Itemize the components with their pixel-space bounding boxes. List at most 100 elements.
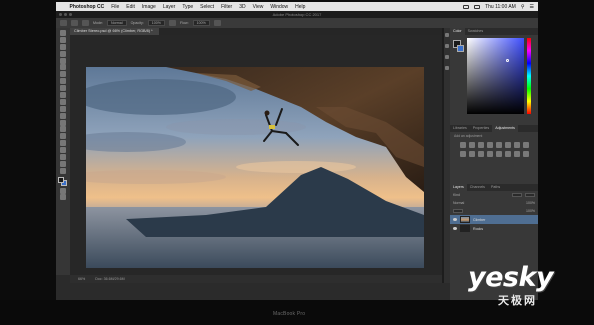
color-swatches[interactable] (58, 176, 68, 187)
menu-select[interactable]: Select (197, 4, 218, 10)
tab-adjustments[interactable]: Adjustments (492, 125, 518, 132)
eyedropper-tool-icon[interactable] (60, 64, 66, 71)
hand-tool-icon[interactable] (60, 154, 66, 161)
menu-window[interactable]: Window (267, 4, 292, 10)
opacity-field[interactable]: 100% (147, 20, 165, 26)
marquee-tool-icon[interactable] (60, 36, 66, 43)
threshold-icon[interactable] (505, 151, 511, 157)
panel-background-swatch[interactable] (457, 45, 464, 52)
pen-tool-icon[interactable] (60, 126, 66, 133)
menu-file[interactable]: File (108, 4, 123, 10)
hue-slider[interactable] (527, 38, 531, 114)
minimize-button[interactable] (64, 13, 67, 16)
menu-type[interactable]: Type (179, 4, 197, 10)
filter-pixel-icon[interactable] (512, 193, 522, 197)
menu-view[interactable]: View (249, 4, 267, 10)
type-tool-icon[interactable] (60, 133, 66, 140)
color-lookup-icon[interactable] (478, 151, 484, 157)
visibility-eye-icon[interactable] (453, 227, 457, 230)
layer-opacity[interactable]: 100% (526, 201, 535, 205)
menu-help[interactable]: Help (292, 4, 309, 10)
tab-color[interactable]: Color (450, 28, 465, 35)
menu-list-icon[interactable]: ☰ (530, 4, 534, 10)
menu-image[interactable]: Image (138, 4, 159, 10)
stamp-tool-icon[interactable] (60, 85, 66, 92)
black-white-icon[interactable] (523, 142, 529, 148)
layer-row-climber[interactable]: Climber (450, 215, 538, 224)
mode-select[interactable]: Normal (107, 20, 127, 26)
menu-3d[interactable]: 3D (236, 4, 249, 10)
lasso-tool-icon[interactable] (60, 43, 66, 50)
lock-icon[interactable] (453, 209, 463, 213)
brush-size-icon[interactable] (71, 20, 78, 26)
dodge-tool-icon[interactable] (60, 119, 66, 126)
menu-layer[interactable]: Layer (159, 4, 179, 10)
menu-photoshop[interactable]: Photoshop CC (66, 4, 108, 10)
layer-row-rocks[interactable]: Rocks (450, 224, 538, 233)
more-tools-icon[interactable] (60, 167, 66, 174)
posterize-icon[interactable] (496, 151, 502, 157)
gradient-tool-icon[interactable] (60, 105, 66, 112)
eraser-tool-icon[interactable] (60, 98, 66, 105)
tab-channels[interactable]: Channels (467, 184, 488, 191)
color-picker-cursor[interactable] (506, 59, 509, 62)
channel-mixer-icon[interactable] (469, 151, 475, 157)
wifi-icon[interactable] (463, 4, 470, 9)
doc-size[interactable]: Doc: 36.6M/29.6M (95, 277, 124, 281)
curves-icon[interactable] (478, 142, 484, 148)
flow-field[interactable]: 100% (192, 20, 210, 26)
levels-icon[interactable] (469, 142, 475, 148)
quick-select-tool-icon[interactable] (60, 50, 66, 57)
history-panel-icon[interactable] (445, 33, 449, 37)
pressure-opacity-icon[interactable] (168, 20, 176, 26)
brush-tool-icon[interactable] (60, 78, 66, 85)
zoom-tool-icon[interactable] (60, 160, 66, 167)
brush-panel-icon[interactable] (82, 20, 89, 26)
gradient-map-icon[interactable] (523, 151, 529, 157)
close-button[interactable] (59, 13, 62, 16)
history-brush-tool-icon[interactable] (60, 92, 66, 99)
visibility-eye-icon[interactable] (453, 218, 457, 221)
canvas-area[interactable] (70, 35, 442, 275)
menu-filter[interactable]: Filter (218, 4, 236, 10)
brush-panel-icon[interactable] (445, 55, 449, 59)
move-tool-icon[interactable] (60, 30, 66, 36)
healing-tool-icon[interactable] (60, 71, 66, 78)
zoom-level[interactable]: 66% (78, 277, 85, 281)
character-panel-icon[interactable] (445, 66, 449, 70)
vibrance-icon[interactable] (496, 142, 502, 148)
layer-fill[interactable]: 100% (526, 209, 535, 213)
properties-panel-icon[interactable] (445, 44, 449, 48)
search-icon[interactable]: ⚲ (521, 4, 525, 10)
hue-saturation-icon[interactable] (505, 142, 511, 148)
layer-filter-kind[interactable]: Kind (453, 193, 460, 197)
menu-edit[interactable]: Edit (123, 4, 139, 10)
menu-clock[interactable]: Thu 11:00 AM (485, 4, 516, 10)
photo-filter-icon[interactable] (460, 151, 466, 157)
foreground-color-swatch[interactable] (58, 176, 64, 183)
brightness-contrast-icon[interactable] (460, 142, 466, 148)
brush-tool-preset-icon[interactable] (60, 20, 67, 26)
window-controls[interactable] (59, 13, 72, 16)
tab-paths[interactable]: Paths (488, 184, 503, 191)
crop-tool-icon[interactable] (60, 57, 66, 64)
document-canvas-photo[interactable] (86, 67, 424, 268)
saturation-value-field[interactable] (467, 38, 524, 114)
document-tab[interactable]: Climber Stereo.psd @ 66% (Climber, RGB/8… (70, 28, 159, 35)
tab-libraries[interactable]: Libraries (450, 125, 470, 132)
quick-mask-icon[interactable] (60, 187, 66, 194)
filter-adjustment-icon[interactable] (525, 193, 535, 197)
layer-blend-mode[interactable]: Normal (453, 201, 464, 205)
zoom-button[interactable] (69, 13, 72, 16)
selective-color-icon[interactable] (514, 151, 520, 157)
screen-mode-icon[interactable] (60, 194, 66, 201)
path-select-tool-icon[interactable] (60, 140, 66, 147)
shape-tool-icon[interactable] (60, 147, 66, 154)
exposure-icon[interactable] (487, 142, 493, 148)
tab-properties[interactable]: Properties (470, 125, 492, 132)
invert-icon[interactable] (487, 151, 493, 157)
tab-layers[interactable]: Layers (450, 184, 467, 191)
blur-tool-icon[interactable] (60, 112, 66, 119)
color-balance-icon[interactable] (514, 142, 520, 148)
tab-swatches[interactable]: Swatches (465, 28, 487, 35)
